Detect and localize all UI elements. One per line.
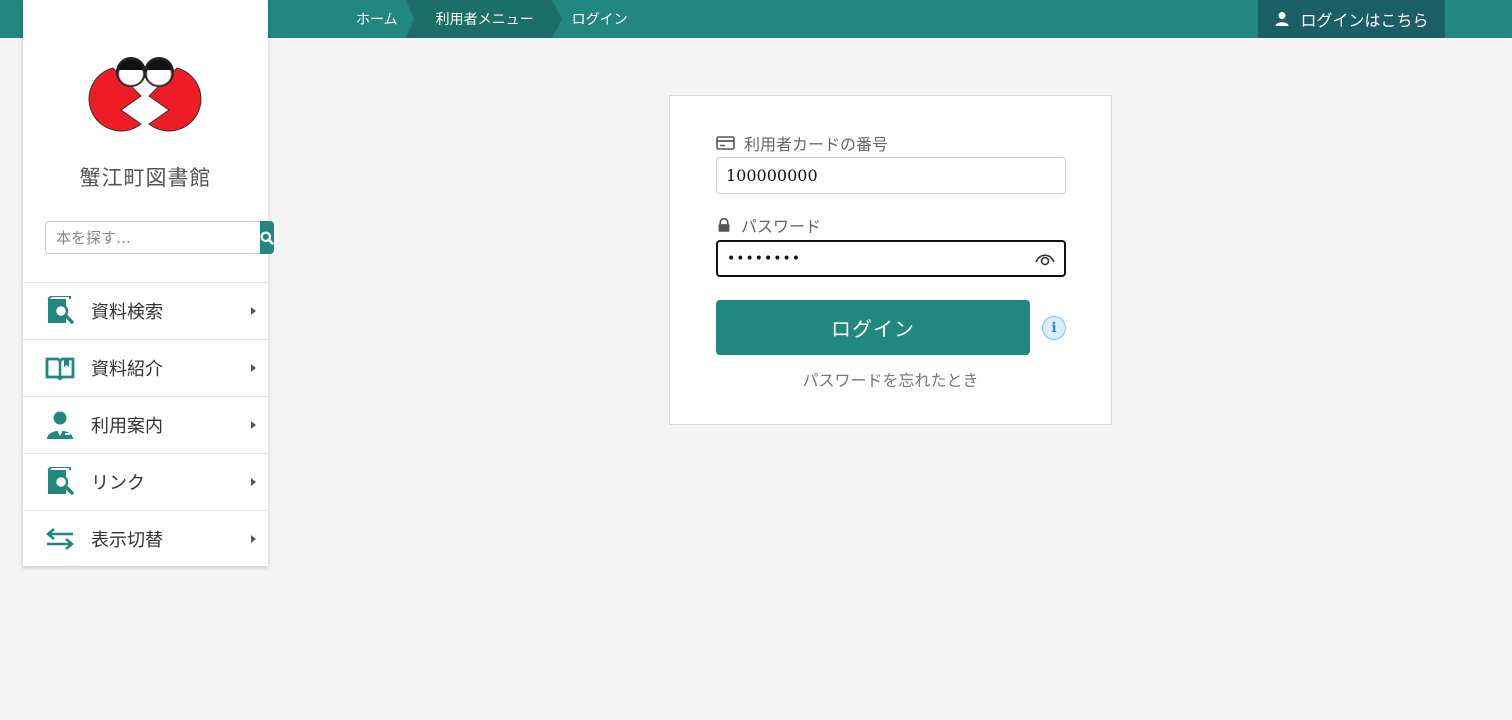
chevron-right-icon bbox=[251, 307, 256, 315]
breadcrumb-user-menu[interactable]: 利用者メニュー bbox=[405, 0, 562, 38]
sidebar-item-material-intro[interactable]: 資料紹介 bbox=[23, 339, 268, 396]
chevron-right-icon bbox=[251, 535, 256, 543]
sidebar: 蟹江町図書館 資料検索 資料紹介 利用案内 bbox=[23, 0, 274, 567]
sidebar-item-label: 利用案内 bbox=[91, 416, 163, 437]
card-number-label-text: 利用者カードの番号 bbox=[744, 135, 889, 154]
lock-icon bbox=[718, 217, 730, 232]
book-search-icon bbox=[45, 467, 75, 497]
sidebar-item-label: リンク bbox=[91, 473, 145, 494]
search-button[interactable] bbox=[260, 221, 274, 254]
library-logo[interactable] bbox=[79, 52, 211, 142]
info-icon[interactable]: i bbox=[1042, 316, 1066, 340]
sidebar-search bbox=[45, 221, 274, 254]
login-button[interactable]: ログイン bbox=[716, 300, 1030, 355]
sidebar-item-links[interactable]: リンク bbox=[23, 453, 268, 510]
open-book-icon bbox=[45, 353, 75, 383]
sidebar-item-usage-guide[interactable]: 利用案内 bbox=[23, 396, 268, 453]
staff-person-icon bbox=[45, 410, 75, 440]
search-input[interactable] bbox=[45, 221, 260, 254]
credit-card-icon bbox=[716, 136, 735, 150]
sidebar-item-label: 資料検索 bbox=[91, 302, 163, 323]
eye-icon[interactable] bbox=[1034, 251, 1056, 267]
sidebar-item-display-switch[interactable]: 表示切替 bbox=[23, 510, 268, 567]
book-search-icon bbox=[45, 296, 75, 326]
sidebar-item-label: 表示切替 bbox=[91, 530, 163, 551]
password-value: •••••••• bbox=[727, 250, 802, 267]
header-login-button[interactable]: ログインはこちら bbox=[1258, 0, 1445, 38]
login-card: 利用者カードの番号 100000000 パスワード •••••••• ログイン … bbox=[669, 95, 1112, 425]
breadcrumb-home[interactable]: ホーム bbox=[338, 0, 414, 38]
chevron-right-icon bbox=[251, 364, 256, 372]
forgot-password-link[interactable]: パスワードを忘れたとき bbox=[670, 367, 1113, 391]
breadcrumb-login: ログイン bbox=[571, 12, 628, 28]
header-login-label: ログインはこちら bbox=[1300, 11, 1429, 30]
card-number-label: 利用者カードの番号 bbox=[716, 131, 888, 155]
library-name: 蟹江町図書館 bbox=[79, 166, 212, 190]
search-icon bbox=[260, 231, 274, 245]
password-label-text: パスワード bbox=[741, 217, 822, 236]
card-number-value: 100000000 bbox=[726, 166, 818, 185]
swap-arrows-icon bbox=[45, 524, 75, 554]
chevron-right-icon bbox=[251, 421, 256, 429]
user-icon bbox=[1275, 12, 1289, 26]
password-label: パスワード bbox=[716, 213, 821, 237]
forgot-password-text: パスワードを忘れたとき bbox=[802, 371, 979, 390]
sidebar-item-material-search[interactable]: 資料検索 bbox=[23, 282, 268, 339]
chevron-right-icon bbox=[251, 478, 256, 486]
sidebar-item-label: 資料紹介 bbox=[91, 359, 163, 380]
card-number-input[interactable]: 100000000 bbox=[716, 157, 1066, 194]
sidebar-menu: 資料検索 資料紹介 利用案内 リンク 表示切替 bbox=[23, 282, 268, 567]
breadcrumb: ホーム 利用者メニュー ログイン bbox=[268, 0, 646, 38]
password-input[interactable]: •••••••• bbox=[716, 240, 1066, 277]
